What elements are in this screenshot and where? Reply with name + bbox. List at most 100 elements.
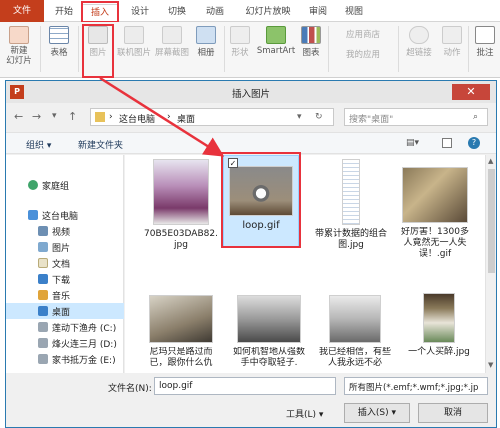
tools-label: 工具(L) bbox=[286, 410, 317, 420]
insert-button[interactable]: 插入(S) ▾ bbox=[344, 403, 410, 423]
file-item[interactable]: 一个人买醉.jpg bbox=[401, 287, 477, 358]
my-apps-button[interactable]: 我的应用 bbox=[332, 48, 392, 60]
address-dropdown-icon[interactable]: ▾ bbox=[297, 112, 302, 122]
file-name: 好厉害！1300多人竟然无一人失误！.gif bbox=[401, 227, 469, 259]
forward-arrow-icon[interactable]: → bbox=[32, 110, 41, 123]
tab-view[interactable]: 视图 bbox=[340, 4, 368, 22]
file-item[interactable]: 带累计数据的组合图.jpg bbox=[313, 159, 389, 251]
preview-pane-icon[interactable] bbox=[442, 138, 452, 148]
search-input[interactable]: 搜索"桌面" ⌕ bbox=[344, 108, 488, 126]
vertical-scrollbar[interactable]: ▲ ▼ bbox=[485, 155, 496, 373]
comment-label: 批注 bbox=[476, 48, 494, 58]
video-folder-icon bbox=[38, 226, 48, 236]
drive-icon bbox=[38, 338, 48, 348]
refresh-icon[interactable]: ↻ bbox=[315, 112, 323, 122]
file-name: 尼玛只是路过而已，跟你什么仇 bbox=[149, 347, 213, 368]
file-name: 带累计数据的组合图.jpg bbox=[314, 229, 387, 250]
file-thumbnail bbox=[423, 293, 455, 343]
new-folder-button[interactable]: 新建文件夹 bbox=[78, 138, 123, 151]
back-arrow-icon[interactable]: ← bbox=[14, 110, 23, 123]
online-picture-button[interactable]: 联机图片 bbox=[116, 26, 152, 58]
filetype-select[interactable]: 所有图片(*.emf;*.wmf;*.jpg;*.jp bbox=[344, 377, 488, 395]
organize-button[interactable]: 组织 ▾ bbox=[26, 138, 51, 151]
filename-input[interactable]: loop.gif bbox=[154, 377, 336, 395]
action-button[interactable]: 动作 bbox=[438, 26, 466, 58]
tools-button[interactable]: 工具(L) ▾ bbox=[286, 407, 323, 420]
nav-desktop-label: 桌面 bbox=[52, 308, 71, 318]
address-this-pc[interactable]: 这台电脑 bbox=[119, 112, 155, 125]
nav-drive-c[interactable]: 莲动下渔舟 (C:) bbox=[6, 319, 124, 335]
nav-desktop[interactable]: 桌面 bbox=[6, 303, 124, 319]
tab-transitions[interactable]: 切换 bbox=[162, 4, 192, 22]
help-icon[interactable]: ? bbox=[468, 137, 480, 149]
highlight-insert-tab bbox=[81, 1, 119, 23]
dialog-toolbar: 组织 ▾ 新建文件夹 ▤▾ ? bbox=[6, 132, 496, 154]
view-options-icon[interactable]: ▤▾ bbox=[406, 138, 419, 148]
nav-downloads-label: 下载 bbox=[52, 276, 71, 286]
shapes-button[interactable]: 形状 bbox=[226, 26, 254, 58]
desktop-folder-icon bbox=[38, 306, 48, 316]
music-folder-icon bbox=[38, 290, 48, 300]
chart-label: 图表 bbox=[302, 48, 320, 58]
tab-home[interactable]: 开始 bbox=[50, 4, 78, 22]
scroll-up-icon[interactable]: ▲ bbox=[488, 157, 493, 165]
action-icon bbox=[442, 26, 462, 44]
scroll-down-icon[interactable]: ▼ bbox=[488, 361, 493, 369]
nav-homegroup[interactable]: 家庭组 bbox=[6, 177, 124, 193]
nav-videos[interactable]: 视频 bbox=[6, 223, 124, 239]
close-button[interactable]: ✕ bbox=[452, 84, 490, 100]
nav-downloads[interactable]: 下载 bbox=[6, 271, 124, 287]
smartart-button[interactable]: SmartArt bbox=[256, 26, 296, 56]
insert-picture-dialog: P 插入图片 ✕ ← → ▾ ↑ › 这台电脑 › 桌面 ▾ ↻ 搜索"桌面" … bbox=[5, 80, 497, 428]
file-thumbnail bbox=[237, 295, 301, 343]
computer-icon bbox=[28, 210, 38, 220]
file-item[interactable]: 70B5E03DAB82.jpg bbox=[143, 159, 219, 251]
cancel-button[interactable]: 取消 bbox=[418, 403, 488, 423]
nav-pictures-label: 图片 bbox=[52, 244, 71, 254]
file-item[interactable]: 如何机智地从强数手中夺取轻子. bbox=[231, 287, 307, 369]
tab-design[interactable]: 设计 bbox=[126, 4, 154, 22]
chart-button[interactable]: 图表 bbox=[298, 26, 324, 58]
dialog-title: 插入图片 bbox=[231, 89, 270, 100]
app-store-label: 应用商店 bbox=[346, 30, 381, 40]
search-icon: ⌕ bbox=[473, 112, 479, 122]
hyperlink-button[interactable]: 超链接 bbox=[402, 26, 436, 58]
file-name: 70B5E03DAB82.jpg bbox=[144, 229, 218, 250]
hyperlink-label: 超链接 bbox=[406, 48, 432, 58]
shapes-icon bbox=[230, 26, 250, 44]
tab-file[interactable]: 文件 bbox=[0, 0, 44, 22]
screenshot-label: 屏幕截图 bbox=[154, 48, 189, 58]
address-bar[interactable]: › 这台电脑 › 桌面 ▾ ↻ bbox=[90, 108, 334, 126]
tab-slideshow[interactable]: 幻灯片放映 bbox=[240, 4, 296, 22]
table-button[interactable]: 表格 bbox=[44, 26, 74, 58]
nav-pictures[interactable]: 图片 bbox=[6, 239, 124, 255]
chevron-down-icon: ▾ bbox=[318, 410, 324, 420]
file-item[interactable]: 好厉害！1300多人竟然无一人失误！.gif bbox=[397, 159, 473, 260]
nav-this-pc[interactable]: 这台电脑 bbox=[6, 207, 124, 223]
tab-review[interactable]: 审阅 bbox=[304, 4, 332, 22]
nav-drive-e[interactable]: 家书抵万金 (E:) bbox=[6, 351, 124, 367]
picture-folder-icon bbox=[38, 242, 48, 252]
nav-documents[interactable]: 文档 bbox=[6, 255, 124, 271]
comment-icon bbox=[475, 26, 495, 44]
comment-button[interactable]: 批注 bbox=[472, 26, 498, 58]
app-store-button[interactable]: 应用商店 bbox=[332, 26, 392, 40]
search-placeholder: 搜索"桌面" bbox=[349, 115, 394, 125]
up-arrow-icon[interactable]: ↑ bbox=[68, 110, 77, 123]
file-item[interactable]: 尼玛只是路过而已，跟你什么仇 bbox=[143, 287, 219, 369]
album-button[interactable]: 相册 bbox=[192, 26, 220, 58]
drive-icon bbox=[38, 322, 48, 332]
highlight-picture-button bbox=[82, 24, 114, 78]
tab-animations[interactable]: 动画 bbox=[200, 4, 230, 22]
document-folder-icon bbox=[38, 258, 48, 268]
nav-drive-d[interactable]: 烽火连三月 (D:) bbox=[6, 335, 124, 351]
new-slide-button[interactable]: 新建 幻灯片 bbox=[2, 26, 36, 66]
screenshot-button[interactable]: 屏幕截图 bbox=[154, 26, 190, 58]
nav-music[interactable]: 音乐 bbox=[6, 287, 124, 303]
file-name: 如何机智地从强数手中夺取轻子. bbox=[232, 347, 305, 368]
scrollbar-thumb[interactable] bbox=[488, 169, 495, 273]
file-thumbnail bbox=[329, 295, 381, 343]
recent-dropdown-icon[interactable]: ▾ bbox=[52, 111, 57, 121]
address-desktop[interactable]: 桌面 bbox=[177, 112, 195, 125]
file-item[interactable]: 我已经相信，有些人我永远不必 bbox=[317, 287, 393, 369]
